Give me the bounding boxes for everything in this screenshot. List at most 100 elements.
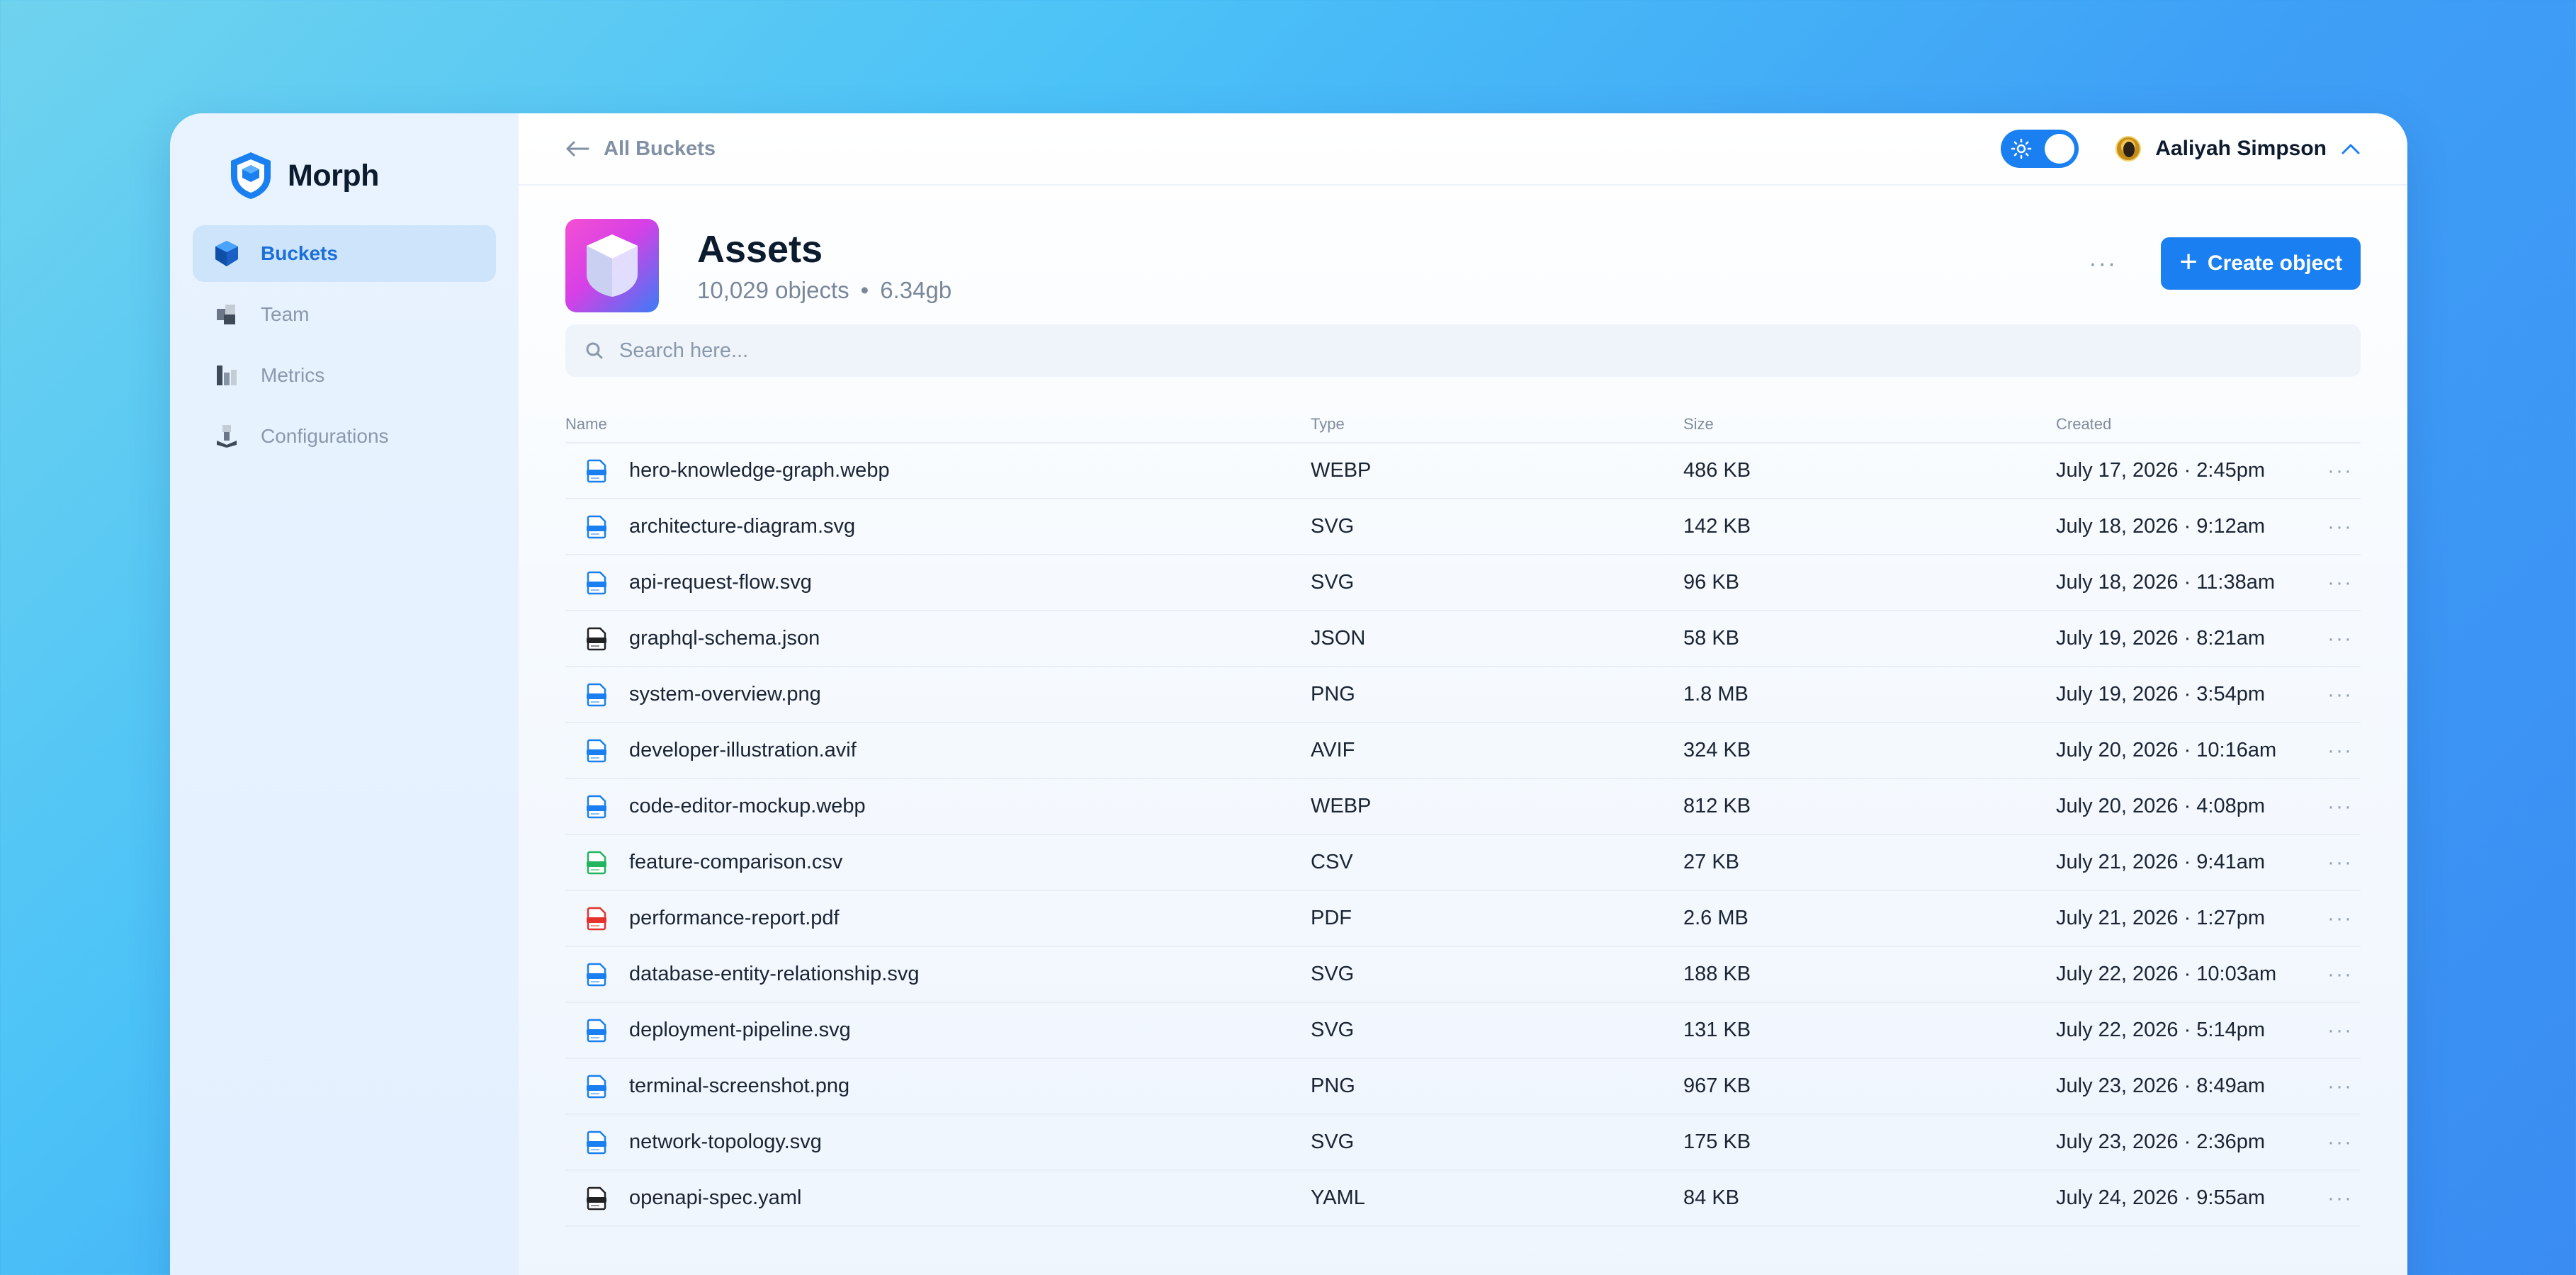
table-row[interactable]: feature-comparison.csv CSV 27 KB July 21, 2… xyxy=(565,835,2361,891)
file-icon xyxy=(587,571,606,594)
file-name[interactable]: system-overview.png xyxy=(629,683,821,706)
row-more-button[interactable]: ··· xyxy=(2321,1130,2359,1155)
cell-size: 188 KB xyxy=(1683,963,1751,985)
configurations-icon xyxy=(213,422,241,450)
column-header-size[interactable]: Size xyxy=(1683,415,2056,434)
cell-created: July 18, 2026 · 9:12am xyxy=(2056,515,2266,538)
team-icon xyxy=(213,300,241,329)
row-more-button[interactable]: ··· xyxy=(2321,515,2359,539)
column-header-name[interactable]: Name xyxy=(565,415,1311,434)
table-row[interactable]: hero-knowledge-graph.webp WEBP 486 KB July … xyxy=(565,443,2361,499)
row-more-button[interactable]: ··· xyxy=(2321,683,2359,707)
sidebar-item-buckets[interactable]: Buckets xyxy=(193,225,496,282)
cell-created: July 24, 2026 · 9:55am xyxy=(2056,1186,2266,1209)
row-more-button[interactable]: ··· xyxy=(2321,1075,2359,1099)
table-row[interactable]: graphql-schema.json JSON 58 KB July 19, 202… xyxy=(565,611,2361,667)
column-header-type[interactable]: Type xyxy=(1311,415,1683,434)
file-icon xyxy=(587,795,606,818)
row-more-button[interactable]: ··· xyxy=(2321,907,2359,931)
cell-size: 84 KB xyxy=(1683,1186,1739,1209)
table-row[interactable]: system-overview.png PNG 1.8 MB July 19, 202… xyxy=(565,667,2361,723)
create-object-button[interactable]: + Create object xyxy=(2161,237,2361,290)
objects-table: Name Type Size Created hero-knowledge-gr… xyxy=(565,415,2361,1227)
brand[interactable]: Morph xyxy=(193,147,496,204)
table-row[interactable]: database-entity-relationship.svg SVG 188 K… xyxy=(565,947,2361,1003)
cell-created: July 22, 2026 · 10:03am xyxy=(2056,963,2277,985)
row-more-button[interactable]: ··· xyxy=(2321,627,2359,651)
main-content: All Buckets Aaliyah Simpson Assets 10,02… xyxy=(519,113,2407,1275)
sidebar-item-metrics[interactable]: Metrics xyxy=(193,347,496,404)
file-name[interactable]: database-entity-relationship.svg xyxy=(629,963,919,986)
cell-created: July 17, 2026 · 2:45pm xyxy=(2056,459,2266,482)
sidebar-item-configurations[interactable]: Configurations xyxy=(193,408,496,465)
table-body: hero-knowledge-graph.webp WEBP 486 KB July … xyxy=(565,443,2361,1227)
file-name[interactable]: code-editor-mockup.webp xyxy=(629,795,866,818)
file-name[interactable]: performance-report.pdf xyxy=(629,907,840,930)
search-input[interactable] xyxy=(619,339,2341,363)
cell-name: openapi-spec.yaml xyxy=(565,1186,1311,1211)
more-options-button[interactable]: ··· xyxy=(2089,250,2117,278)
row-more-button[interactable]: ··· xyxy=(2321,795,2359,819)
file-name[interactable]: openapi-spec.yaml xyxy=(629,1186,801,1210)
avatar xyxy=(2115,136,2142,162)
cell-name: code-editor-mockup.webp xyxy=(565,795,1311,819)
row-more-button[interactable]: ··· xyxy=(2321,739,2359,763)
cell-type: SVG xyxy=(1311,1019,1355,1041)
table-row[interactable]: performance-report.pdf PDF 2.6 MB July 21, … xyxy=(565,891,2361,947)
cell-name: developer-illustration.avif xyxy=(565,739,1311,763)
theme-toggle[interactable] xyxy=(2001,130,2079,168)
bucket-avatar-icon xyxy=(565,219,659,312)
file-name[interactable]: deployment-pipeline.svg xyxy=(629,1019,851,1042)
cell-size: 2.6 MB xyxy=(1683,907,1749,929)
user-menu[interactable]: Aaliyah Simpson xyxy=(2115,136,2361,162)
cell-type: PNG xyxy=(1311,683,1355,706)
file-name[interactable]: graphql-schema.json xyxy=(629,627,820,650)
back-link[interactable]: All Buckets xyxy=(565,137,716,161)
column-header-created[interactable]: Created xyxy=(2056,415,2321,434)
bucket-titles: Assets 10,029 objects • 6.34gb xyxy=(697,227,951,304)
file-name[interactable]: architecture-diagram.svg xyxy=(629,515,855,538)
table-row[interactable]: network-topology.svg SVG 175 KB July 23, 20… xyxy=(565,1115,2361,1171)
file-icon xyxy=(587,1130,606,1154)
table-row[interactable]: architecture-diagram.svg SVG 142 KB July 18… xyxy=(565,499,2361,555)
file-name[interactable]: feature-comparison.csv xyxy=(629,851,842,874)
cell-size: 175 KB xyxy=(1683,1130,1751,1153)
cell-name: api-request-flow.svg xyxy=(565,571,1311,595)
file-name[interactable]: hero-knowledge-graph.webp xyxy=(629,459,890,482)
table-row[interactable]: api-request-flow.svg SVG 96 KB July 18, 202… xyxy=(565,555,2361,611)
row-more-button[interactable]: ··· xyxy=(2321,963,2359,987)
file-name[interactable]: terminal-screenshot.png xyxy=(629,1075,849,1098)
table-row[interactable]: developer-illustration.avif AVIF 324 KB Jul… xyxy=(565,723,2361,779)
row-more-button[interactable]: ··· xyxy=(2321,459,2359,483)
row-more-button[interactable]: ··· xyxy=(2321,571,2359,595)
cell-size: 812 KB xyxy=(1683,795,1751,817)
table-row[interactable]: code-editor-mockup.webp WEBP 812 KB July 20… xyxy=(565,779,2361,835)
sidebar-item-team[interactable]: Team xyxy=(193,286,496,343)
stats-separator: • xyxy=(860,277,869,303)
file-name[interactable]: api-request-flow.svg xyxy=(629,571,812,594)
file-name[interactable]: network-topology.svg xyxy=(629,1130,822,1154)
toggle-knob xyxy=(2045,134,2075,164)
file-name[interactable]: developer-illustration.avif xyxy=(629,739,857,762)
file-icon xyxy=(587,1019,606,1042)
cell-created: July 19, 2026 · 8:21am xyxy=(2056,627,2266,650)
table-row[interactable]: terminal-screenshot.png PNG 967 KB July 23,… xyxy=(565,1059,2361,1115)
object-count: 10,029 objects xyxy=(697,277,849,303)
row-more-button[interactable]: ··· xyxy=(2321,1019,2359,1043)
file-icon xyxy=(587,851,606,874)
row-more-button[interactable]: ··· xyxy=(2321,1186,2359,1211)
file-icon xyxy=(587,515,606,538)
cell-type: PNG xyxy=(1311,1075,1355,1097)
page-title: Assets xyxy=(697,228,823,271)
row-more-button[interactable]: ··· xyxy=(2321,851,2359,875)
file-icon xyxy=(587,907,606,930)
table-row[interactable]: deployment-pipeline.svg SVG 131 KB July 22,… xyxy=(565,1003,2361,1059)
cell-created: July 19, 2026 · 3:54pm xyxy=(2056,683,2266,706)
cell-created: July 22, 2026 · 5:14pm xyxy=(2056,1019,2266,1041)
file-icon xyxy=(587,627,606,650)
user-name: Aaliyah Simpson xyxy=(2155,137,2327,160)
cell-name: terminal-screenshot.png xyxy=(565,1075,1311,1099)
cell-type: WEBP xyxy=(1311,795,1372,817)
file-icon xyxy=(587,459,606,482)
table-row[interactable]: openapi-spec.yaml YAML 84 KB July 24, 2026 … xyxy=(565,1171,2361,1227)
